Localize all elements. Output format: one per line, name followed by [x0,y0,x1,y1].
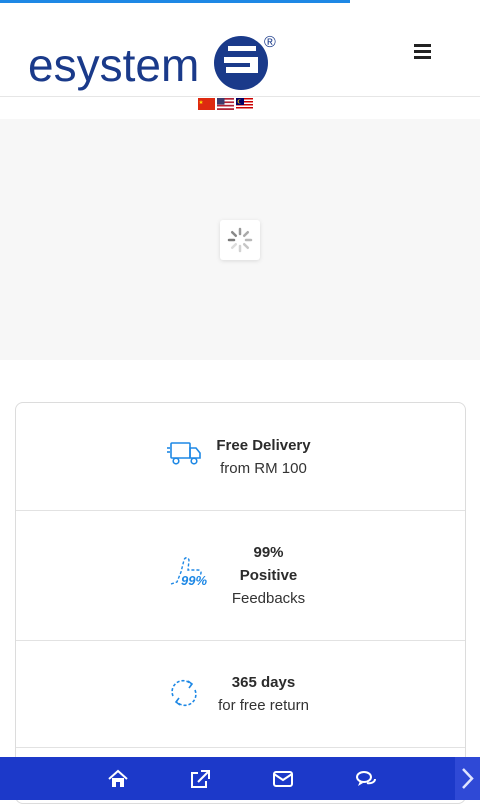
feature-subtitle: Feedbacks [231,590,306,607]
hero-banner [0,119,480,360]
mail-icon[interactable] [272,769,294,789]
feature-title-line1: 99% [253,544,284,561]
esystem-logo[interactable]: esystem ® [28,31,282,93]
feature-subtitle: for free return [218,697,309,714]
chevron-right-icon [462,768,474,789]
feature-subtitle: from RM 100 [220,460,307,477]
feature-positive-feedback: 99% 99% Positive Feedbacks [16,510,465,641]
badge-99-text: 99% [181,573,207,588]
logo-text: esystem [28,39,199,91]
language-selector [198,98,258,111]
feature-free-return: 365 days for free return [16,640,465,748]
next-button[interactable] [455,757,480,800]
chat-icon[interactable] [355,769,377,789]
feature-title: 365 days [231,674,296,691]
site-header: esystem ® [0,3,480,97]
spinner-icon [227,227,253,253]
features-card: Free Delivery from RM 100 99% 99% Positi… [15,402,466,804]
thumbs-up-99-icon: 99% [170,557,207,588]
feature-title: Free Delivery [216,437,311,454]
feature-text: 99% Positive Feedbacks [221,541,316,610]
feature-free-delivery: Free Delivery from RM 100 [16,403,465,511]
bottom-navigation-bar [0,757,480,800]
registered-mark: ® [264,34,276,51]
home-icon[interactable] [107,769,129,789]
delivery-truck-icon [167,442,201,465]
malaysia-flag-icon[interactable] [236,98,253,110]
external-link-icon[interactable] [189,769,211,789]
loading-spinner-box [220,220,260,260]
return-cycle-icon [171,679,197,707]
hamburger-menu-icon[interactable] [414,41,440,61]
china-flag-icon[interactable] [198,98,215,110]
feature-text: Free Delivery from RM 100 [206,434,321,480]
usa-flag-icon[interactable] [217,98,234,110]
feature-text: 365 days for free return [206,671,321,717]
feature-title-line2: Positive [239,567,298,584]
logo-circle-icon [214,36,268,90]
